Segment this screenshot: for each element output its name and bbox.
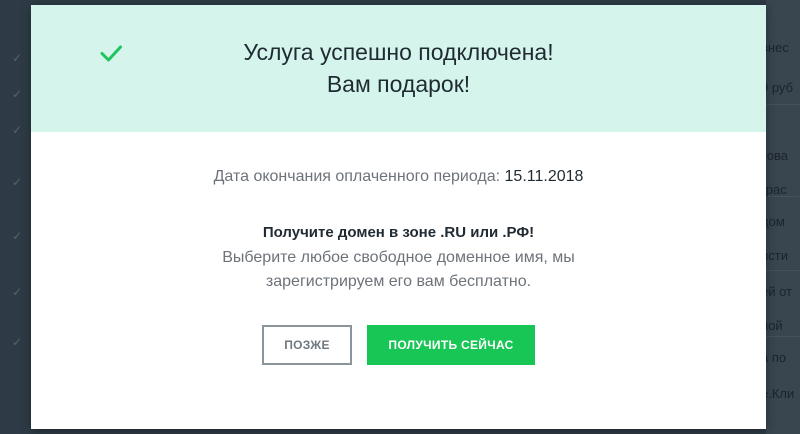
bg-text: грас [761,182,787,197]
later-button[interactable]: ПОЗЖЕ [262,325,352,365]
page: ✓ ✓ ✓ ✓ ✓ ✓ ✓ внес 9 руб това грас дом и… [0,0,800,434]
bg-check-icon: ✓ [12,123,23,137]
bg-check-icon: ✓ [12,87,23,101]
bg-text: 9 руб [761,80,794,95]
period-date: 15.11.2018 [504,168,584,185]
promo-text-line2: зарегистрируем его вам бесплатно. [265,273,532,290]
promo-title: Получите домен в зоне .RU или .РФ! [262,224,535,241]
modal-header: Услуга успешно подключена! Вам подарок! [31,5,766,132]
bg-text: ной [761,318,783,333]
bg-check-icon: ✓ [12,335,23,349]
bg-text: това [761,148,789,163]
bg-check-icon: ✓ [12,229,23,243]
modal-title-line1: Услуга успешно подключена! [243,39,554,65]
bg-check-icon: ✓ [12,285,23,299]
background-sidebar: ✓ ✓ ✓ ✓ ✓ ✓ ✓ [0,0,34,434]
check-icon [100,45,122,62]
bg-check-icon: ✓ [12,51,23,65]
period-info: Дата окончания оплаченного периода: 15.1… [31,166,766,188]
success-modal: Услуга успешно подключена! Вам подарок! … [31,5,766,429]
get-now-button[interactable]: ПОЛУЧИТЬ СЕЙЧАС [367,325,535,365]
modal-title: Услуга успешно подключена! Вам подарок! [131,36,666,100]
period-label: Дата окончания оплаченного периода: [213,168,501,185]
modal-title-line2: Вам подарок! [326,71,471,97]
promo-text-line1: Выберите любое свободное доменное имя, м… [222,249,575,266]
bg-text: е.Кли [761,386,795,401]
bg-text: внес [761,40,789,55]
bg-text: дом [761,214,785,229]
bg-text: исти [761,248,788,263]
bg-divider [766,336,800,337]
bg-check-icon: ✓ [12,175,23,189]
bg-divider [766,104,800,105]
bg-text: ей от [761,284,793,299]
bg-divider [766,270,800,271]
bg-text: а по [761,350,787,365]
